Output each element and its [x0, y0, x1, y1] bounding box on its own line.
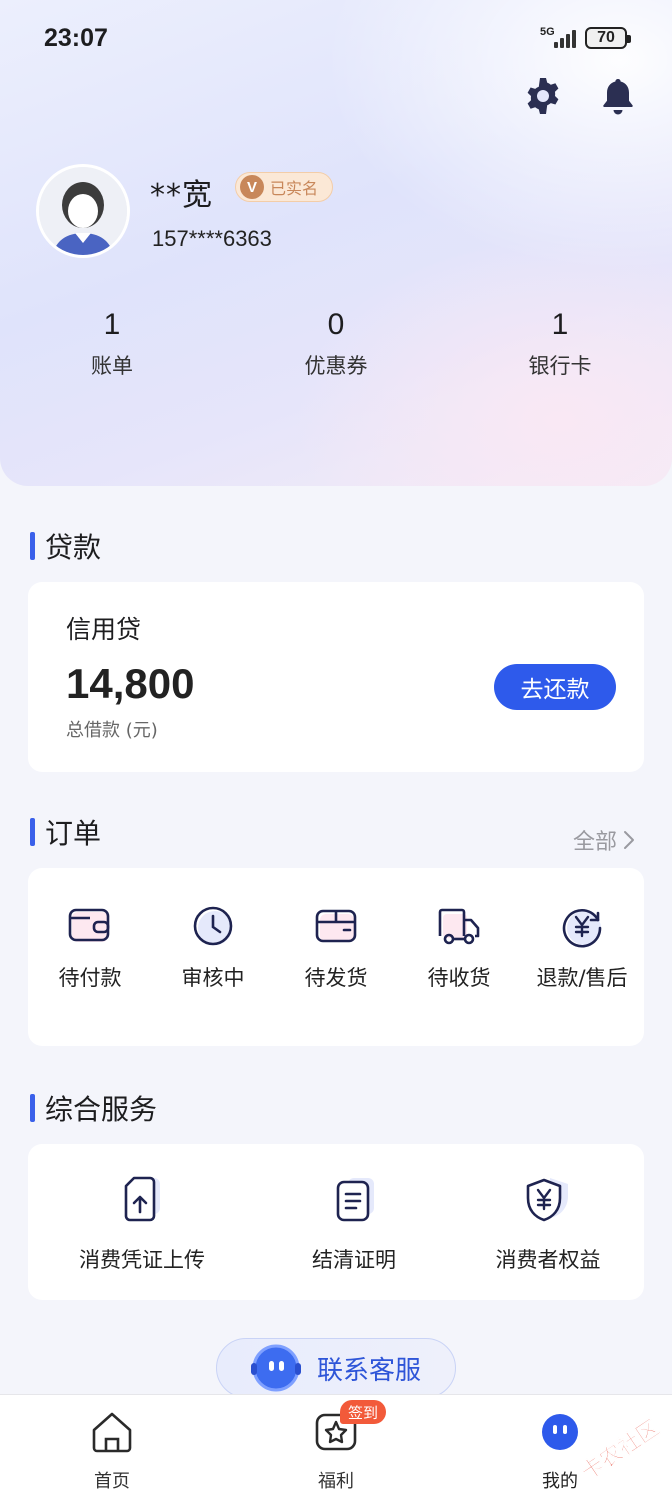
loan-card[interactable]: 信用贷 14,800 总借款 (元) 去还款: [28, 582, 644, 772]
order-item-to-receive[interactable]: 待收货: [397, 904, 521, 992]
svg-text:卡农社区: 卡农社区: [577, 1415, 665, 1486]
section-title-loan: 贷款: [30, 526, 101, 566]
orders-card: 待付款 审核中 待发货 待收货 退款/售后: [28, 868, 644, 1046]
contact-customer-service-button[interactable]: 联系客服: [216, 1338, 456, 1398]
notification-bell-icon[interactable]: [596, 74, 640, 118]
service-label: 消费凭证上传: [79, 1248, 205, 1272]
order-item-label: 待发货: [304, 966, 368, 990]
services-card: 消费凭证上传 结清证明 消费者权益: [28, 1144, 644, 1300]
home-icon: [89, 1409, 135, 1455]
tab-label: 福利: [318, 1471, 354, 1492]
order-item-label: 审核中: [181, 966, 245, 990]
section-title-text: 订单: [45, 817, 102, 850]
see-all-label: 全部: [573, 830, 618, 855]
section-marker: [30, 532, 35, 560]
loan-amount: 14,800: [66, 660, 195, 707]
section-title-text: 贷款: [45, 531, 102, 564]
service-consumer-rights[interactable]: 消费者权益: [448, 1174, 648, 1274]
order-item-to-ship[interactable]: 待发货: [274, 904, 398, 992]
user-name: **宽: [150, 178, 213, 213]
service-voucher-upload[interactable]: 消费凭证上传: [42, 1174, 242, 1274]
order-item-label: 待付款: [58, 966, 122, 990]
repay-button[interactable]: 去还款: [494, 664, 616, 710]
service-settlement-certificate[interactable]: 结清证明: [254, 1174, 454, 1274]
certificate-icon: [328, 1174, 380, 1226]
battery-icon: 70: [585, 27, 631, 49]
order-item-pending-payment[interactable]: 待付款: [28, 904, 152, 992]
upload-document-icon: [116, 1174, 168, 1226]
service-label: 消费者权益: [495, 1248, 601, 1272]
status-bar: 23:07 5G 70: [0, 0, 672, 78]
loan-type: 信用贷: [66, 615, 142, 644]
wallet-icon: [68, 904, 112, 948]
stat-label: 银行卡: [528, 354, 592, 378]
service-label: 结清证明: [312, 1248, 396, 1272]
section-title-services: 综合服务: [30, 1088, 157, 1128]
clock-icon: [191, 904, 235, 948]
truck-icon: [437, 904, 481, 948]
order-item-refund[interactable]: 退款/售后: [520, 904, 644, 992]
loan-caption: 总借款 (元): [66, 720, 158, 741]
order-item-under-review[interactable]: 审核中: [151, 904, 275, 992]
tab-home[interactable]: 首页: [52, 1409, 172, 1493]
section-marker: [30, 1094, 35, 1122]
section-title-text: 综合服务: [45, 1093, 158, 1126]
chevron-right-icon: [624, 831, 635, 849]
stat-value: 0: [327, 308, 345, 341]
check-in-badge: 签到: [340, 1400, 387, 1424]
section-title-orders: 订单: [30, 812, 101, 852]
user-phone: 157****6363: [152, 226, 272, 251]
shield-yuan-icon: [522, 1174, 574, 1226]
stat-bills[interactable]: 1 账单: [12, 308, 212, 380]
status-time: 23:07: [44, 24, 108, 52]
order-item-label: 待收货: [427, 966, 491, 990]
stat-label: 优惠券: [304, 354, 368, 378]
order-item-label: 退款/售后: [536, 966, 628, 990]
settings-gear-icon[interactable]: [521, 74, 565, 118]
tab-label: 首页: [94, 1471, 130, 1492]
yuan-refund-icon: [560, 904, 604, 948]
verified-badge: V 已实名: [235, 172, 334, 202]
watermark-logo: 卡农社区: [566, 1410, 672, 1490]
stat-label: 账单: [91, 354, 133, 378]
orders-see-all-link[interactable]: 全部: [573, 824, 635, 856]
verified-v-icon: V: [240, 175, 264, 199]
stat-bank-cards[interactable]: 1 银行卡: [460, 308, 660, 380]
verified-label: 已实名: [270, 179, 319, 198]
customer-service-label: 联系客服: [317, 1355, 422, 1386]
signal-icon: 5G: [540, 26, 578, 50]
package-icon: [314, 904, 358, 948]
network-type: 5G: [540, 26, 555, 38]
stat-coupons[interactable]: 0 优惠券: [236, 308, 436, 380]
section-marker: [30, 818, 35, 846]
stat-value: 1: [551, 308, 569, 341]
avatar[interactable]: [36, 164, 130, 258]
customer-service-robot-icon: [251, 1344, 301, 1392]
stat-value: 1: [103, 308, 121, 341]
